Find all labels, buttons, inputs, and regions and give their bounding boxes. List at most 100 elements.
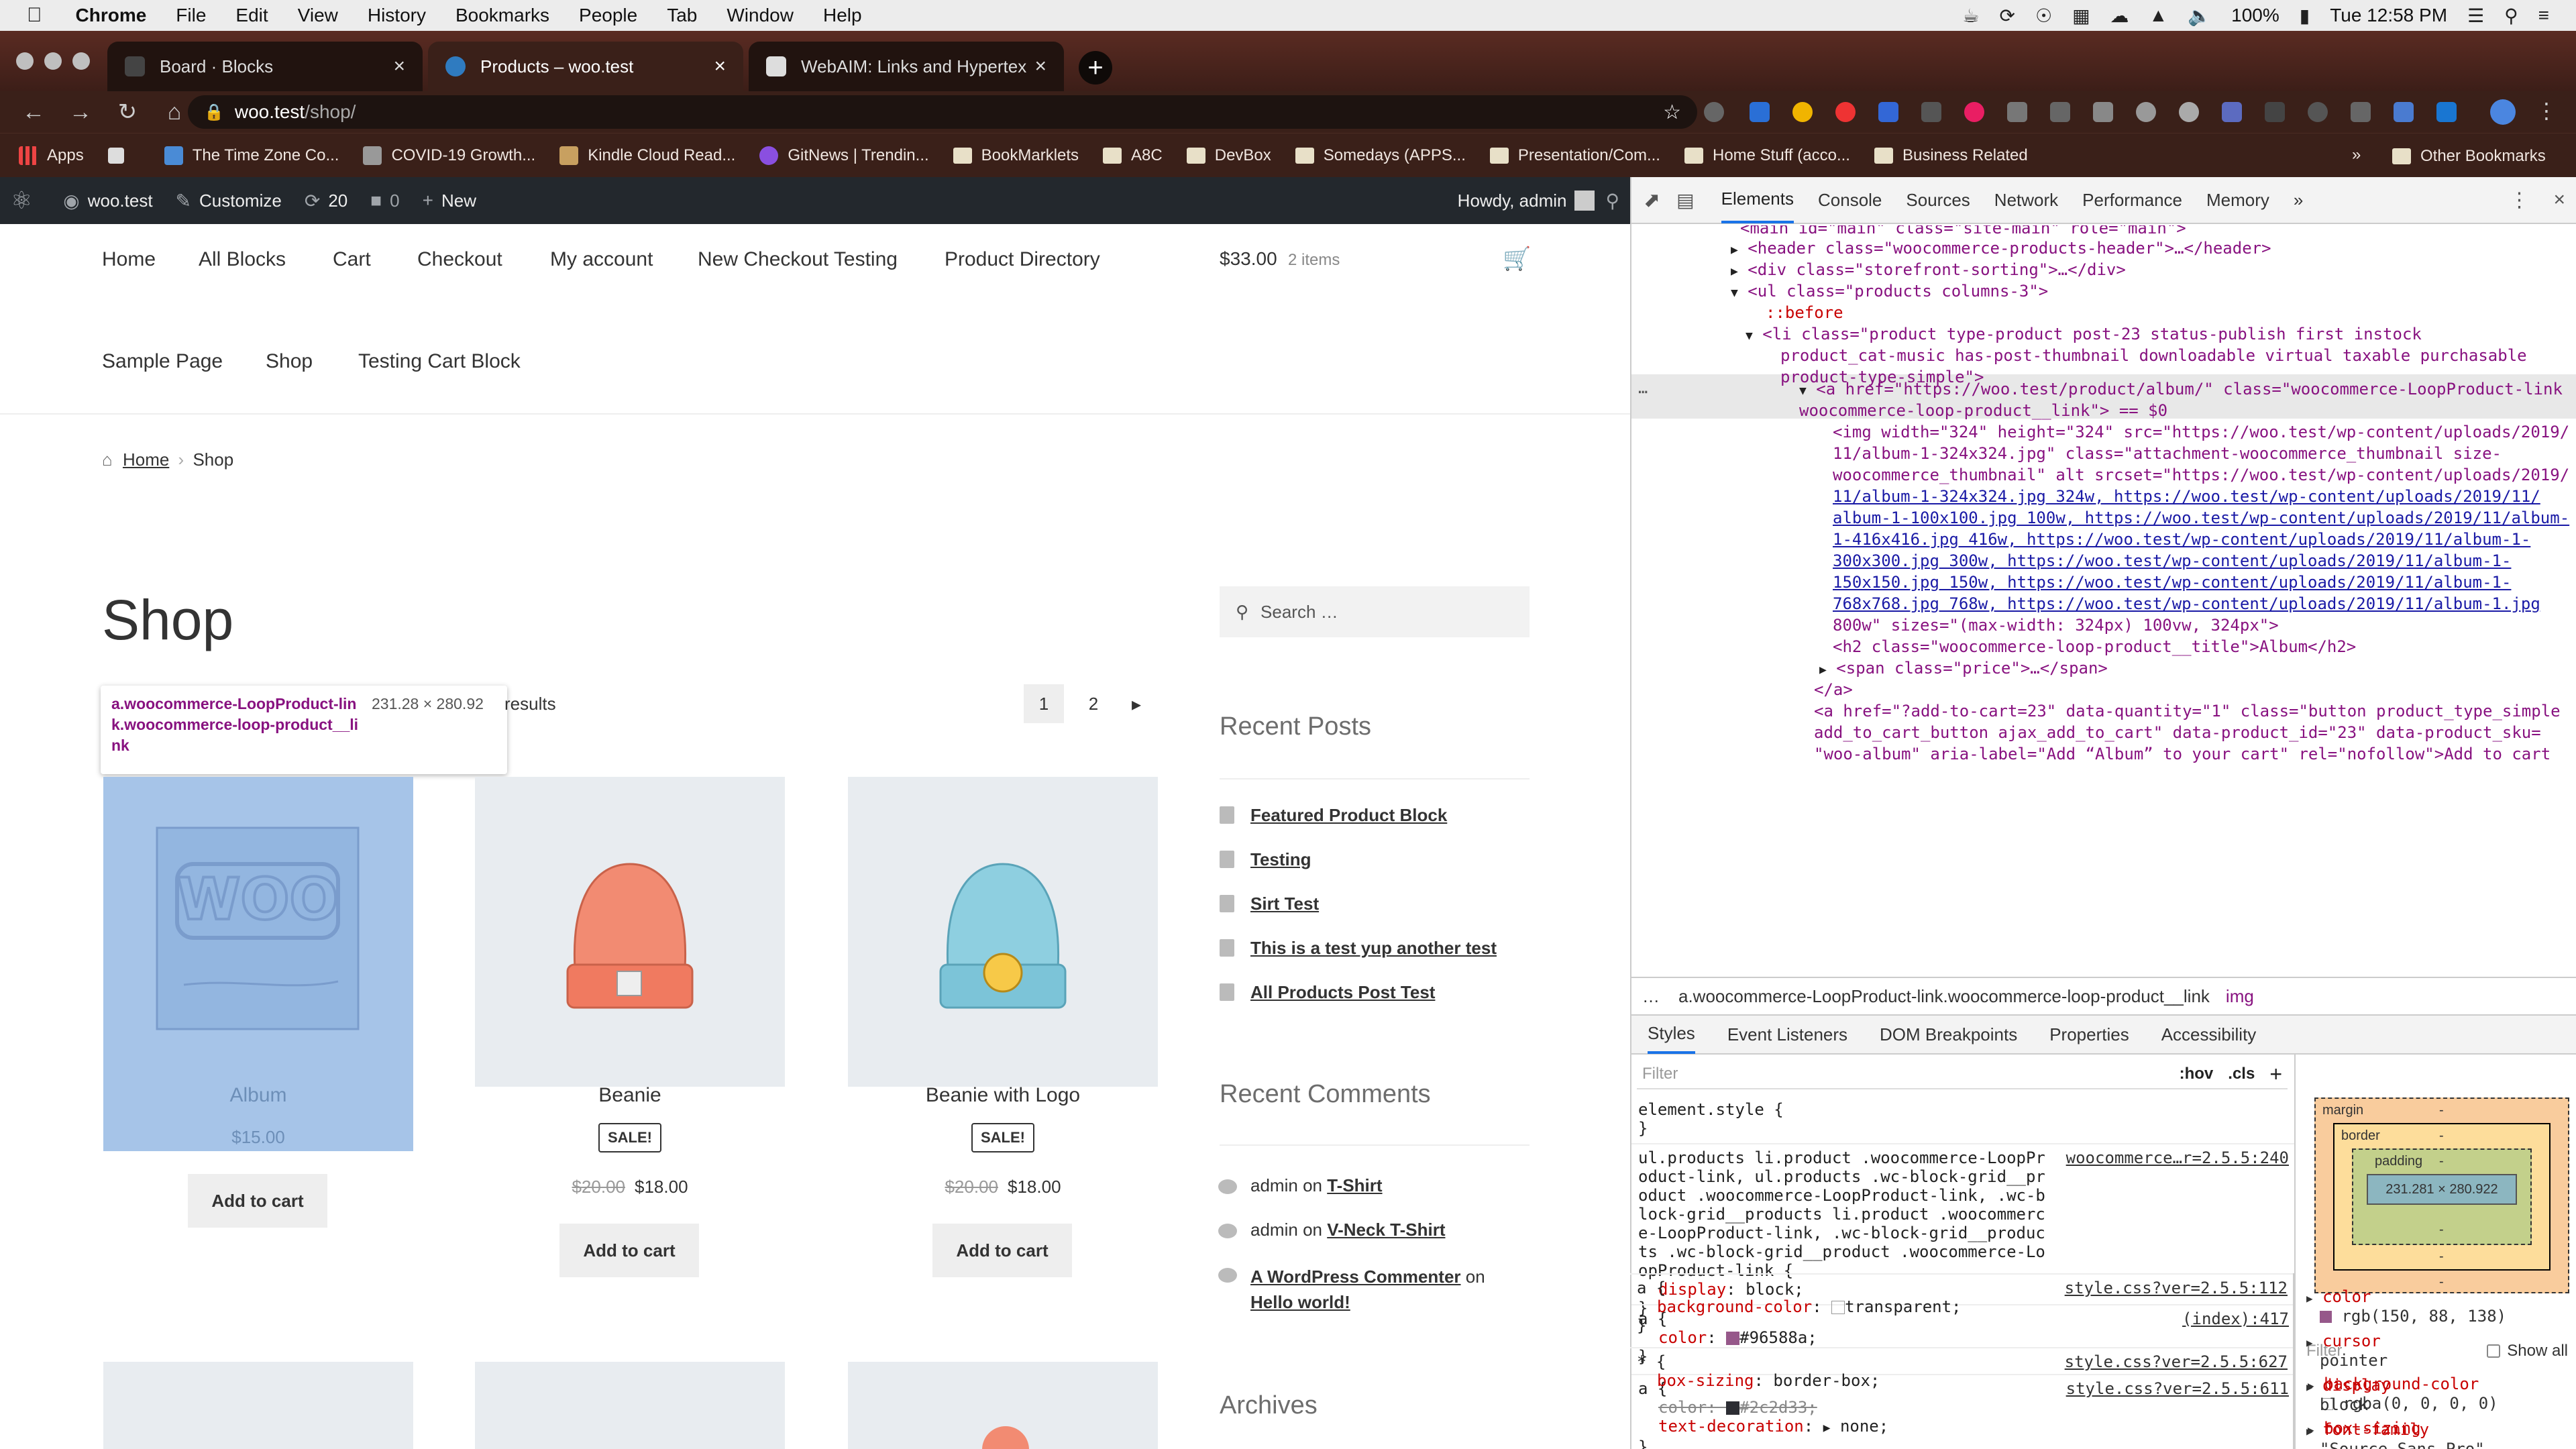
apple-icon[interactable]:  (27, 4, 42, 27)
minimize-window-button[interactable] (44, 52, 62, 70)
menu-window[interactable]: Window (727, 5, 794, 26)
zoom-window-button[interactable] (72, 52, 90, 70)
nav-all-blocks[interactable]: All Blocks (199, 248, 286, 271)
breadcrumb-node-a[interactable]: a.woocommerce-LoopProduct-link.woocommer… (1678, 986, 2210, 1007)
rule-source-link[interactable]: style.css?ver=2.5.5:627 (2065, 1352, 2288, 1371)
basket-icon[interactable]: 🛒 (1503, 246, 1531, 272)
computed-property[interactable]: ▶ font-family"Source Sans Pro", Helvetic… (2306, 1421, 2576, 1449)
hov-toggle[interactable]: :hov (2180, 1065, 2214, 1083)
nav-my-account[interactable]: My account (550, 248, 653, 271)
bookmark-folder-home-stuff[interactable]: Home Stuff (acco... (1684, 146, 1850, 165)
inspect-element-icon[interactable]: ⬈ (1644, 189, 1660, 212)
breadcrumb-node-img[interactable]: img (2226, 986, 2254, 1007)
tab-products-woo-test[interactable]: Products – woo.test × (428, 42, 743, 91)
notification-center-icon[interactable]: ≡ (2538, 5, 2549, 26)
dom-img-node[interactable]: <img width="324" height="324" src="https… (1833, 421, 2569, 443)
wp-new-content[interactable]: + New (423, 190, 476, 211)
dom-add-to-cart-node[interactable]: <a href="?add-to-cart=23" data-quantity=… (1814, 700, 2561, 722)
breadcrumb-home-link[interactable]: Home (123, 449, 169, 470)
css-property[interactable]: box-sizing (1657, 1371, 1754, 1390)
rule-source-link[interactable]: style.css?ver=2.5.5:112 (2065, 1279, 2288, 1297)
add-to-cart-button[interactable]: Add to cart (559, 1224, 699, 1277)
new-tab-button[interactable]: + (1079, 51, 1112, 85)
extension-icon[interactable] (2394, 102, 2414, 122)
recent-post-link[interactable]: Sirt Test (1250, 894, 1319, 914)
extension-icon[interactable] (1750, 102, 1770, 122)
devtools-menu-icon[interactable]: ⋮ (2509, 189, 2529, 212)
forward-arrow-icon[interactable]: → (67, 99, 94, 125)
dom-node[interactable]: ▼ <ul class="products columns-3"> (1731, 280, 2048, 304)
extension-icon[interactable] (2093, 102, 2113, 122)
sync-icon[interactable]: ⟳ (2000, 5, 2015, 27)
wp-updates[interactable]: ⟳ 20 (305, 190, 347, 212)
1password-icon[interactable]: ☉ (2035, 5, 2052, 27)
bookmark-covid[interactable]: COVID-19 Growth... (363, 146, 535, 165)
tab-performance[interactable]: Performance (2082, 176, 2182, 223)
volume-icon[interactable]: 🔈 (2188, 5, 2211, 27)
new-style-rule-icon[interactable]: + (2269, 1063, 2282, 1085)
wp-search[interactable]: ⚲ (1605, 190, 1619, 212)
tab-webaim[interactable]: WebAIM: Links and Hypertext × (749, 42, 1064, 91)
wp-site-name[interactable]: ◉ woo.test (63, 190, 152, 212)
more-tabs-chevron[interactable]: » (2294, 176, 2303, 223)
menu-edit[interactable]: Edit (235, 5, 268, 26)
profile-avatar[interactable] (2490, 99, 2516, 125)
wp-customize[interactable]: ✎ Customize (176, 190, 282, 212)
menu-file[interactable]: File (176, 5, 206, 26)
tab-sources[interactable]: Sources (1906, 176, 1970, 223)
extension-icon[interactable] (2436, 102, 2457, 122)
cup-icon[interactable]: ☕ (1962, 5, 1979, 27)
breadcrumb-more[interactable]: … (1642, 986, 1660, 1007)
bookmarks-overflow-chevron[interactable]: » (2352, 146, 2361, 164)
product-title[interactable]: Beanie with Logo (848, 1084, 1158, 1107)
nav-shop[interactable]: Shop (266, 350, 313, 373)
dom-node-selected[interactable]: ▼ <a href="https://woo.test/product/albu… (1799, 378, 2563, 402)
bookmark-apps[interactable]: Apps (19, 146, 84, 165)
dom-h2-node[interactable]: <h2 class="woocommerce-loop-product__tit… (1833, 636, 2356, 657)
subtab-dom-breakpoints[interactable]: DOM Breakpoints (1880, 1015, 2017, 1054)
subtab-styles[interactable]: Styles (1648, 1015, 1695, 1054)
dom-node[interactable]: <main id="main" class="site-main" role="… (1740, 225, 2186, 239)
bookmark-folder-presentation[interactable]: Presentation/Com... (1489, 146, 1660, 165)
recent-post-link[interactable]: This is a test yup another test (1250, 938, 1497, 959)
subtab-accessibility[interactable]: Accessibility (2161, 1015, 2257, 1054)
tab-memory[interactable]: Memory (2206, 176, 2269, 223)
battery-percent[interactable]: 100% (2231, 5, 2279, 26)
extension-icon[interactable] (2351, 102, 2371, 122)
menu-history[interactable]: History (368, 5, 426, 26)
style-rule[interactable]: element.style { } (1631, 1096, 2294, 1142)
menu-tab[interactable]: Tab (667, 5, 697, 26)
style-rule[interactable]: style.css?ver=2.5.5:112 a { background-c… (1630, 1273, 2293, 1339)
extension-icon[interactable] (1792, 102, 1813, 122)
header-cart-total[interactable]: $33.00 (1220, 248, 1277, 270)
css-value[interactable]: transparent; (1845, 1297, 1961, 1316)
product-image-beanie-with-logo[interactable] (848, 777, 1158, 1087)
recent-post-link[interactable]: Testing (1250, 849, 1311, 870)
extension-icon[interactable] (1704, 102, 1724, 122)
close-tab-icon[interactable]: × (714, 55, 726, 78)
add-to-cart-button[interactable]: Add to cart (932, 1224, 1072, 1277)
nav-new-checkout-testing[interactable]: New Checkout Testing (698, 248, 898, 271)
nav-product-directory[interactable]: Product Directory (945, 248, 1100, 271)
recent-post-link[interactable]: Featured Product Block (1250, 805, 1447, 826)
extension-icon[interactable] (2136, 102, 2156, 122)
close-devtools-icon[interactable]: × (2553, 189, 2565, 211)
nav-sample-page[interactable]: Sample Page (102, 350, 223, 373)
bookmark-folder-other[interactable]: Other Bookmarks (2392, 147, 2546, 166)
bookmark-folder-a8c[interactable]: A8C (1103, 146, 1163, 165)
product-image[interactable] (475, 1362, 785, 1449)
address-bar[interactable]: 🔒 woo.test/shop/ ☆ (188, 95, 1697, 129)
extension-icon[interactable] (2179, 102, 2199, 122)
bookmark-folder-devbox[interactable]: DevBox (1186, 146, 1271, 165)
zenhub-extension-icon[interactable] (1878, 102, 1898, 122)
subtab-properties[interactable]: Properties (2049, 1015, 2129, 1054)
extension-icon[interactable] (2007, 102, 2027, 122)
comment-author-link[interactable]: A WordPress Commenter (1250, 1267, 1461, 1287)
menu-bookmarks[interactable]: Bookmarks (455, 5, 549, 26)
cls-toggle[interactable]: .cls (2228, 1065, 2255, 1083)
search-input[interactable]: ⚲ Search … (1220, 586, 1529, 637)
bookmark-time-zone[interactable]: The Time Zone Co... (164, 146, 339, 165)
styles-filter-input[interactable]: Filter (1642, 1065, 1678, 1083)
extension-icon[interactable] (2265, 102, 2285, 122)
calendar-icon[interactable]: ▦ (2072, 5, 2090, 27)
